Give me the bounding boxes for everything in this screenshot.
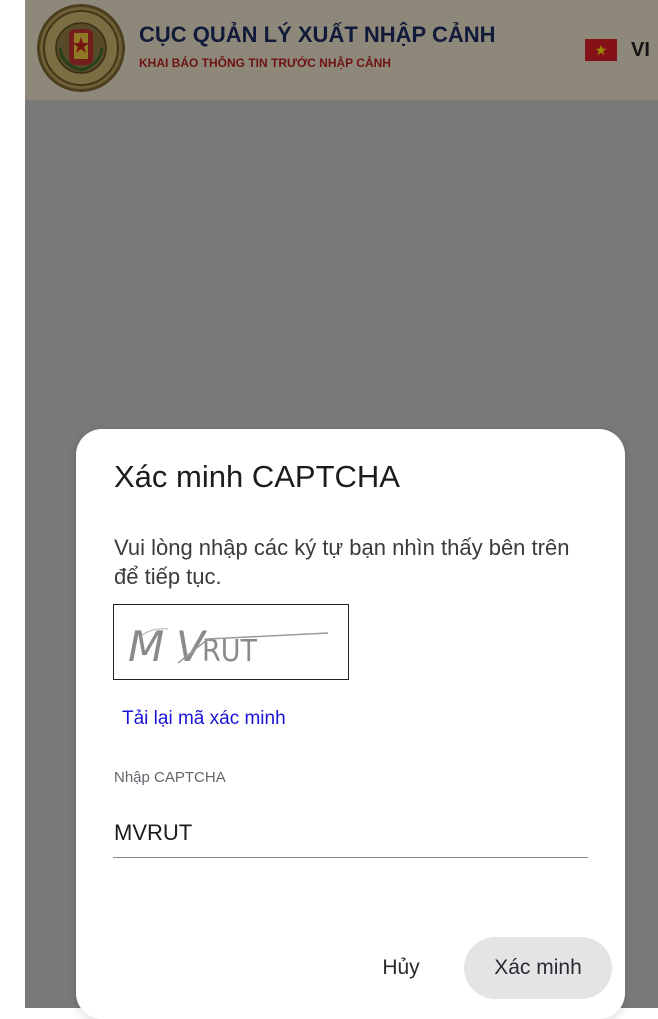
organization-subtitle: KHAI BÁO THÔNG TIN TRƯỚC NHẬP CẢNH [139,56,391,70]
immigration-emblem-logo [37,4,125,92]
svg-text:M: M [128,622,164,671]
page-left-margin [0,0,25,1008]
captcha-dialog: Xác minh CAPTCHA Vui lòng nhập các ký tự… [76,429,625,1019]
captcha-input[interactable] [113,809,588,858]
reload-captcha-link[interactable]: Tải lại mã xác minh [122,708,286,730]
dialog-instruction: Vui lòng nhập các ký tự bạn nhìn thấy bê… [114,535,570,589]
captcha-input-label: Nhập CAPTCHA [114,769,226,786]
captcha-image: M V RUT [113,604,349,680]
language-selector[interactable]: ★ VI [585,38,650,62]
site-header: CỤC QUẢN LÝ XUẤT NHẬP CẢNH KHAI BÁO THÔN… [25,0,658,100]
organization-title: CỤC QUẢN LÝ XUẤT NHẬP CẢNH [139,22,496,47]
verify-button[interactable]: Xác minh [464,937,612,999]
vietnam-flag-icon: ★ [585,39,617,61]
dialog-title: Xác minh CAPTCHA [114,459,400,494]
cancel-button[interactable]: Hủy [367,939,435,997]
language-label: VI [631,38,650,61]
